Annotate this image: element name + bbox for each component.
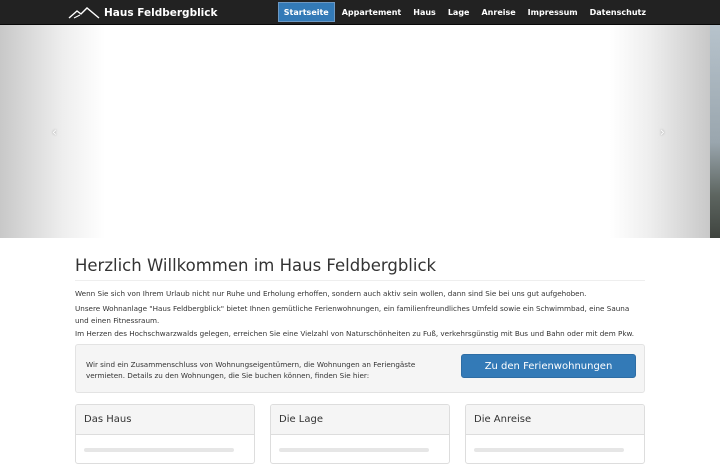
panel-body [271,435,449,460]
page-title: Herzlich Willkommen im Haus Feldbergblic… [75,256,645,281]
info-well: Wir sind ein Zusammenschluss von Wohnung… [75,344,645,393]
intro-paragraph-3: Im Herzen des Hochschwarzwalds gelegen, … [75,329,635,338]
main-nav: Startseite Appartement Haus Lage Anreise… [276,2,651,23]
nav-item-haus[interactable]: Haus [408,2,441,22]
intro-paragraph-1: Wenn Sie sich von Ihrem Urlaub nicht nur… [75,289,587,298]
nav-item-anreise[interactable]: Anreise [476,2,520,22]
brand-link[interactable]: Haus Feldbergblick [68,0,218,25]
chevron-left-icon[interactable]: ‹ [52,125,57,139]
nav-item-lage[interactable]: Lage [443,2,475,22]
panel-heading: Die Lage [271,405,449,435]
nav-item-appartement[interactable]: Appartement [337,2,407,22]
placeholder-line [279,448,429,452]
nav-item-datenschutz[interactable]: Datenschutz [585,2,651,22]
info-well-text: Wir sind ein Zusammenschluss von Wohnung… [86,360,416,380]
panel-die-anreise: Die Anreise [465,404,645,464]
holiday-apartments-button[interactable]: Zu den Ferienwohnungen [461,354,636,378]
placeholder-line [84,448,234,452]
panel-body [76,435,254,460]
image-carousel: ‹ › [0,25,720,238]
panel-body [466,435,644,460]
panel-heading: Die Anreise [466,405,644,435]
panel-heading: Das Haus [76,405,254,435]
placeholder-line [474,448,624,452]
panel-die-lage: Die Lage [270,404,450,464]
brand-name: Haus Feldbergblick [104,6,218,19]
intro-paragraph-2: Unsere Wohnanlage "Haus Feldbergblick" b… [75,304,630,325]
nav-item-impressum[interactable]: Impressum [523,2,583,22]
mountain-logo-icon [68,6,100,19]
chevron-right-icon[interactable]: › [660,125,665,139]
navbar: Haus Feldbergblick Startseite Appartemen… [0,0,720,25]
carousel-next-slide-image [710,25,720,238]
panel-das-haus: Das Haus [75,404,255,464]
nav-item-startseite[interactable]: Startseite [277,2,335,22]
